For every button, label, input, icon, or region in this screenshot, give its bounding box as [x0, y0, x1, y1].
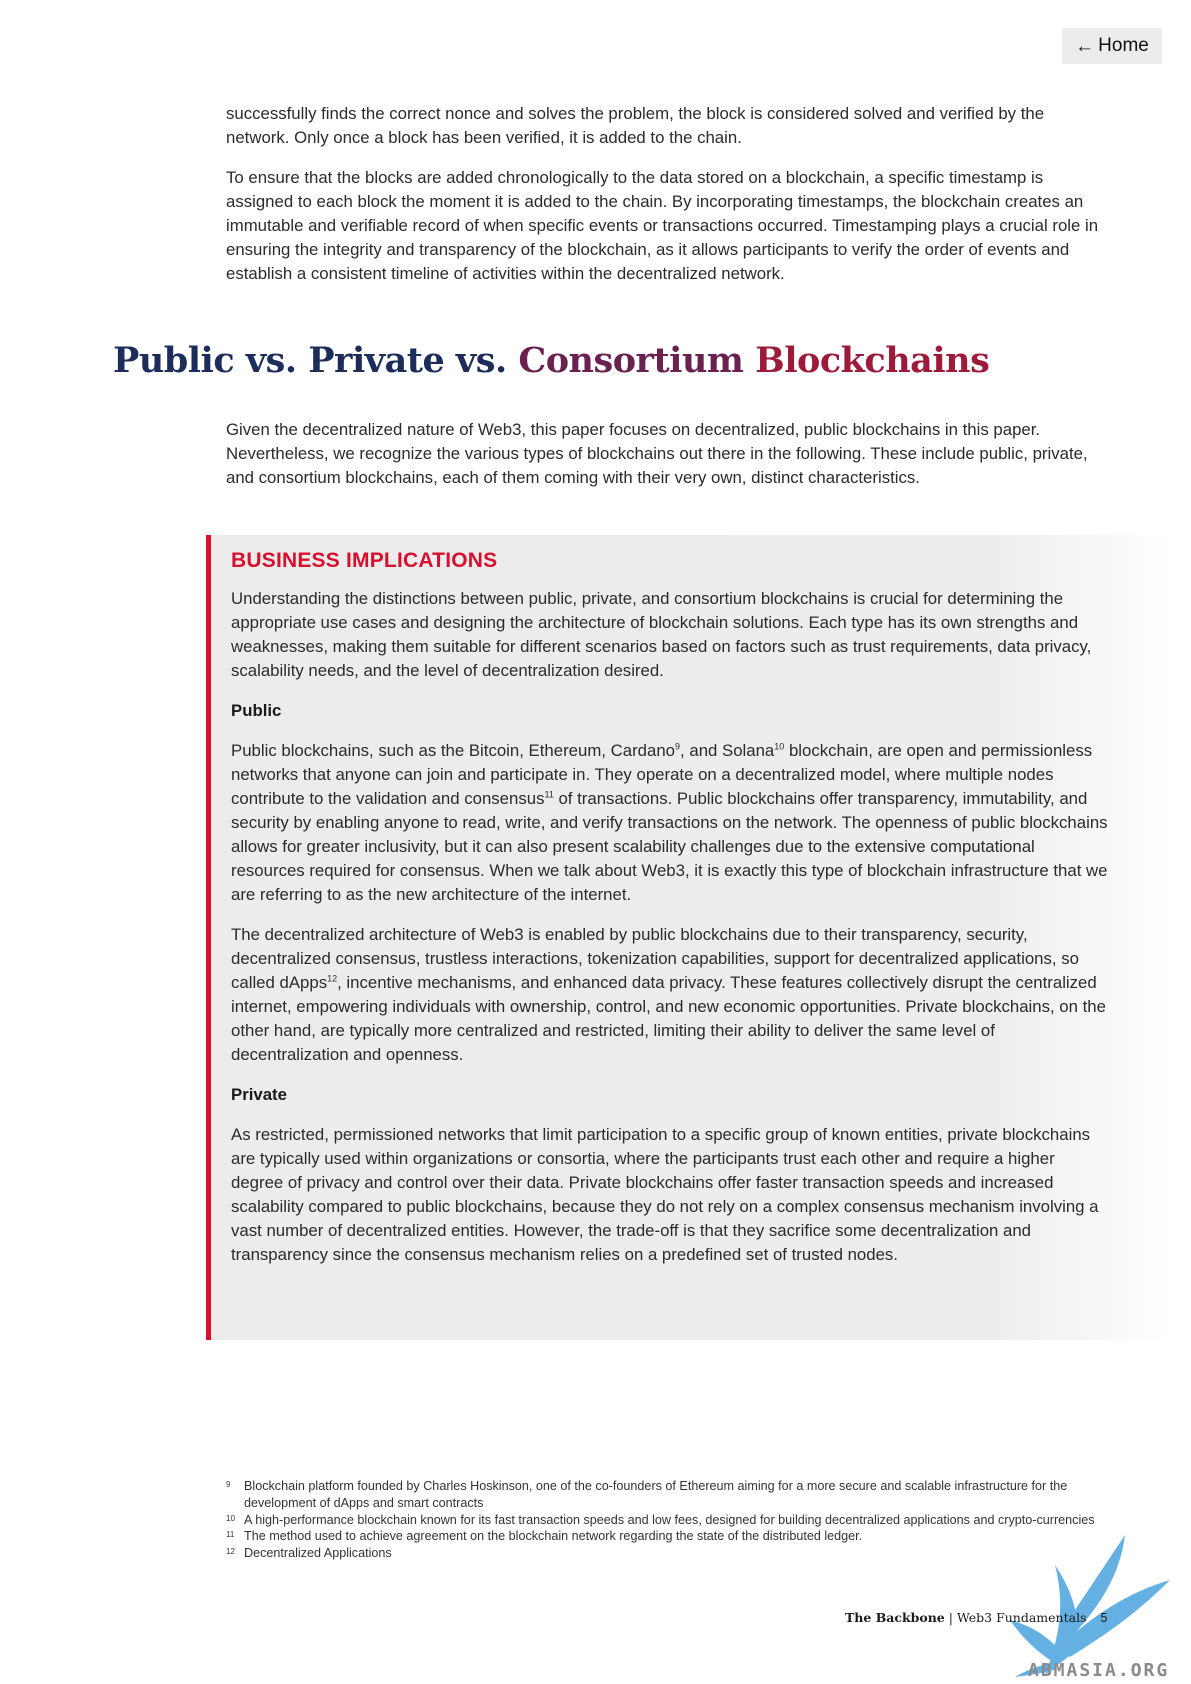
section-intro: Given the decentralized nature of Web3, …: [226, 418, 1106, 506]
private-paragraph: As restricted, permissioned networks tha…: [231, 1125, 1099, 1264]
section-title: Public vs. Private vs. Consortium Blockc…: [113, 340, 990, 382]
footnote-item: 9 Blockchain platform founded by Charles…: [226, 1478, 1106, 1512]
footnote-number: 9: [226, 1480, 231, 1489]
home-button[interactable]: ← Home: [1062, 28, 1162, 64]
public-heading: Public: [231, 701, 282, 720]
callout-title: BUSINESS IMPLICATIONS: [231, 549, 498, 572]
public-paragraph-1: Public blockchains, such as the Bitcoin,…: [231, 739, 1111, 907]
arrow-left-icon: ←: [1075, 35, 1095, 57]
bird-watermark-icon: [1010, 1535, 1170, 1677]
intro-paragraph-2: To ensure that the blocks are added chro…: [226, 168, 1099, 283]
section-title-part-2: Consortium: [518, 340, 756, 381]
footer-doc-title: Web3 Fundamentals: [956, 1610, 1087, 1625]
public-text-b: , and Solana: [680, 741, 775, 760]
footnote-text: The method used to achieve agreement on …: [244, 1529, 863, 1544]
footnote-text: Decentralized Applications: [244, 1546, 392, 1561]
public-paragraph-2: The decentralized architecture of Web3 i…: [231, 923, 1111, 1067]
footer-brand: The Backbone: [845, 1610, 945, 1625]
intro-text: successfully finds the correct nonce and…: [226, 102, 1106, 302]
footnote-ref-12[interactable]: 12: [327, 973, 337, 983]
footnote-item: 10 A high-performance blockchain known f…: [226, 1512, 1106, 1529]
footer-separator: |: [944, 1610, 957, 1625]
home-button-label: Home: [1098, 35, 1149, 56]
footnote-number: 12: [226, 1547, 235, 1557]
private-heading: Private: [231, 1085, 287, 1104]
intro-paragraph-1: successfully finds the correct nonce and…: [226, 104, 1045, 147]
section-title-part-3: Blockchains: [755, 340, 990, 381]
page-footer: The Backbone | Web3 Fundamentals 5: [845, 1610, 1107, 1625]
footnote-item: 11 The method used to achieve agreement …: [226, 1528, 1106, 1545]
footnote-text: A high-performance blockchain known for …: [244, 1512, 1095, 1527]
callout-intro: Understanding the distinctions between p…: [231, 589, 1092, 680]
footnote-ref-10[interactable]: 10: [774, 741, 784, 751]
business-implications-box: BUSINESS IMPLICATIONS Understanding the …: [206, 535, 1171, 1340]
page-number: 5: [1100, 1611, 1108, 1625]
footnotes: 9 Blockchain platform founded by Charles…: [226, 1478, 1106, 1562]
section-title-part-1: Public vs. Private vs.: [113, 340, 519, 381]
footnote-text: Blockchain platform founded by Charles H…: [244, 1479, 1068, 1510]
section-paragraph: Given the decentralized nature of Web3, …: [226, 420, 1088, 487]
footnote-number: 11: [226, 1530, 235, 1540]
watermark-text: ABMASIA.ORG: [1028, 1660, 1170, 1681]
footnote-item: 12 Decentralized Applications: [226, 1545, 1106, 1562]
public-text-a: Public blockchains, such as the Bitcoin,…: [231, 741, 676, 760]
footnote-ref-11[interactable]: 11: [544, 789, 553, 799]
footnote-number: 10: [226, 1513, 235, 1523]
public-p2-text-b: , incentive mechanisms, and enhanced dat…: [231, 973, 1106, 1064]
